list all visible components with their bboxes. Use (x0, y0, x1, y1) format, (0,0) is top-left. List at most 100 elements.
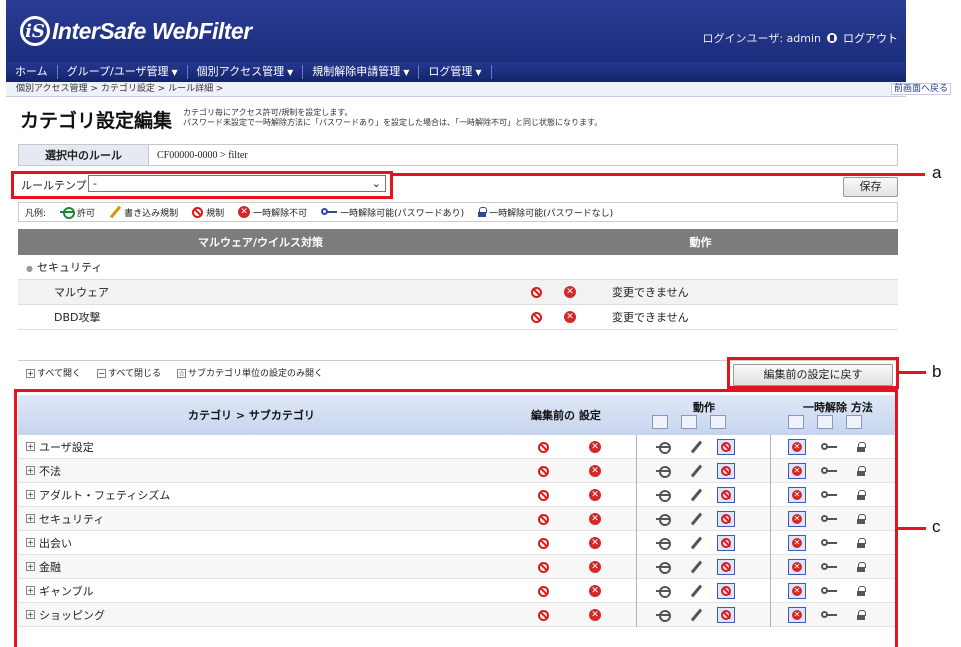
menu-log[interactable]: ログ管理 ▼ (419, 65, 492, 79)
save-button[interactable]: 保存 (843, 177, 898, 197)
column-divider (770, 531, 771, 555)
allow-radio-icon[interactable] (656, 562, 671, 574)
malware-row-name: マルウェア (54, 286, 109, 299)
expand-plus-icon[interactable]: + (26, 466, 35, 475)
before-no-unlock-icon: ✕ (589, 465, 601, 477)
expand-plus-icon[interactable]: + (26, 514, 35, 523)
block-radio-selected[interactable] (717, 607, 735, 623)
key-radio-icon[interactable] (821, 467, 837, 475)
malware-table-header: マルウェア/ウイルス対策 動作 (18, 229, 898, 255)
write-block-all-icon[interactable] (681, 415, 697, 429)
legend-unlock-pw: 一時解除可能(パスワードあり) (340, 208, 465, 219)
allow-radio-icon[interactable] (656, 514, 671, 526)
lock-radio-icon[interactable] (857, 562, 866, 572)
before-block-icon (537, 489, 549, 501)
block-icon (721, 562, 731, 572)
back-link[interactable]: 前画面へ戻る (891, 83, 951, 95)
logout-link[interactable]: ログアウト (843, 30, 898, 46)
write-block-radio-icon[interactable] (690, 609, 702, 621)
block-radio-selected[interactable] (717, 583, 735, 599)
lock-radio-icon[interactable] (857, 514, 866, 524)
allow-radio-icon[interactable] (656, 466, 671, 478)
no-unlock-icon: ✕ (792, 490, 802, 500)
key-radio-icon[interactable] (821, 563, 837, 571)
lock-radio-icon[interactable] (857, 538, 866, 548)
block-radio-selected[interactable] (717, 439, 735, 455)
block-radio-selected[interactable] (717, 559, 735, 575)
lock-radio-icon[interactable] (857, 442, 866, 452)
before-no-unlock-icon: ✕ (589, 537, 601, 549)
no-unlock-radio-selected[interactable]: ✕ (788, 559, 806, 575)
unlock-header-icons (788, 415, 862, 429)
no-unlock-radio-selected[interactable]: ✕ (788, 463, 806, 479)
lock-radio-icon[interactable] (857, 586, 866, 596)
expand-plus-icon[interactable]: + (26, 562, 35, 571)
logout-icon[interactable] (827, 33, 837, 43)
expand-plus-icon[interactable]: + (26, 610, 35, 619)
write-block-radio-icon[interactable] (690, 513, 702, 525)
allow-radio-icon[interactable] (656, 610, 671, 622)
no-unlock-icon: ✕ (792, 562, 802, 572)
key-radio-icon[interactable] (821, 515, 837, 523)
close-all-link[interactable]: − すべて閉じる (97, 366, 161, 379)
allow-radio-icon[interactable] (656, 586, 671, 598)
block-icon (531, 311, 542, 323)
write-block-radio-icon[interactable] (690, 465, 702, 477)
key-radio-icon[interactable] (821, 587, 837, 595)
block-all-icon[interactable] (710, 415, 726, 429)
minus-icon: − (97, 369, 107, 378)
reset-button[interactable]: 編集前の設定に戻す (733, 364, 893, 386)
no-unlock-radio-selected[interactable]: ✕ (788, 535, 806, 551)
lock-radio-icon[interactable] (857, 466, 866, 476)
expand-plus-icon[interactable]: + (26, 586, 35, 595)
menu-home[interactable]: ホーム (6, 65, 58, 79)
block-icon (721, 610, 731, 620)
legend-title: 凡例: (25, 208, 47, 219)
write-block-radio-icon[interactable] (690, 561, 702, 573)
write-block-radio-icon[interactable] (690, 585, 702, 597)
key-radio-icon[interactable] (821, 539, 837, 547)
category-name: ギャンブル (39, 584, 94, 598)
open-all-link[interactable]: + すべて開く (26, 366, 81, 379)
no-unlock-all-icon[interactable] (788, 415, 804, 429)
key-radio-icon[interactable] (821, 443, 837, 451)
write-block-radio-icon[interactable] (690, 489, 702, 501)
malware-row-status: 変更できません (612, 286, 689, 299)
open-sub-link[interactable]: ☆ サブカテゴリ単位の設定のみ開く (177, 366, 323, 379)
allow-radio-icon[interactable] (656, 538, 671, 550)
block-radio-selected[interactable] (717, 511, 735, 527)
no-unlock-radio-selected[interactable]: ✕ (788, 583, 806, 599)
block-icon (721, 538, 731, 548)
expand-plus-icon[interactable]: + (26, 442, 35, 451)
no-unlock-radio-selected[interactable]: ✕ (788, 487, 806, 503)
key-radio-icon[interactable] (821, 491, 837, 499)
template-select[interactable]: - ⌄ (88, 175, 386, 192)
bullet-icon: ● (26, 264, 33, 273)
write-block-radio-icon[interactable] (690, 441, 702, 453)
block-radio-selected[interactable] (717, 463, 735, 479)
expand-plus-icon[interactable]: + (26, 538, 35, 547)
no-unlock-radio-selected[interactable]: ✕ (788, 511, 806, 527)
menu-individual-access[interactable]: 個別アクセス管理 ▼ (188, 65, 304, 79)
expand-plus-icon[interactable]: + (26, 490, 35, 499)
menu-unblock-request[interactable]: 規制解除申請管理 ▼ (303, 65, 420, 79)
allow-radio-icon[interactable] (656, 490, 671, 502)
lock-all-icon[interactable] (846, 415, 862, 429)
block-radio-selected[interactable] (717, 535, 735, 551)
key-radio-icon[interactable] (821, 611, 837, 619)
no-unlock-radio-selected[interactable]: ✕ (788, 439, 806, 455)
lock-radio-icon[interactable] (857, 610, 866, 620)
key-all-icon[interactable] (817, 415, 833, 429)
block-radio-selected[interactable] (717, 487, 735, 503)
col-category: カテゴリ > サブカテゴリ (188, 409, 315, 422)
category-row: + 不法 ✕ ✕ (18, 459, 896, 483)
write-block-radio-icon[interactable] (690, 537, 702, 549)
allow-all-icon[interactable] (652, 415, 668, 429)
dropdown-caret-icon: ▼ (171, 68, 178, 77)
no-unlock-radio-selected[interactable]: ✕ (788, 607, 806, 623)
menu-group-user[interactable]: グループ/ユーザ管理 ▼ (58, 65, 188, 79)
no-unlock-icon: ✕ (564, 311, 576, 323)
lock-radio-icon[interactable] (857, 490, 866, 500)
app-logo[interactable]: iS InterSafe WebFilter (20, 14, 252, 48)
allow-radio-icon[interactable] (656, 442, 671, 454)
